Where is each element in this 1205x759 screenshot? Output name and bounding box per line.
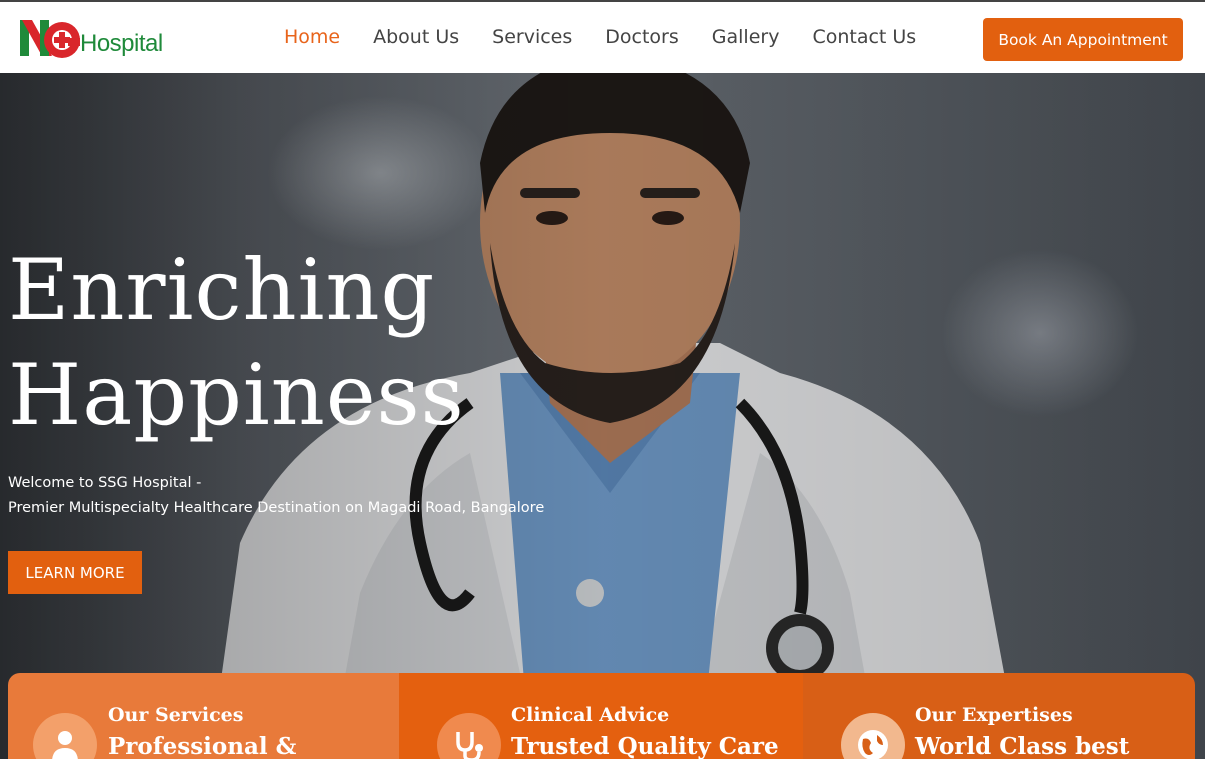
hero-subtitle-line-1: Welcome to SSG Hospital -	[8, 475, 202, 491]
hero-subtitle: Welcome to SSG Hospital - Premier Multis…	[8, 471, 544, 521]
nav-home[interactable]: Home	[284, 26, 340, 48]
globe-icon	[841, 713, 905, 759]
nav-doctors[interactable]: Doctors	[605, 26, 679, 48]
learn-more-button[interactable]: LEARN MORE	[8, 551, 142, 594]
doctor-icon	[33, 713, 97, 759]
hero-title-line-2: Happiness	[8, 346, 465, 444]
logo-text: Hospital	[80, 30, 163, 57]
feature-heading: World Class best	[915, 733, 1130, 759]
feature-heading: Professional &	[108, 733, 297, 759]
site-header: Hospital Home About Us Services Doctors …	[0, 0, 1205, 73]
feature-heading: Trusted Quality Care	[511, 733, 779, 759]
hero-subtitle-line-2: Premier Multispecialty Healthcare Destin…	[8, 500, 545, 516]
hero-title: Enriching Happiness	[8, 238, 568, 448]
logo[interactable]: Hospital	[18, 16, 163, 62]
feature-label: Our Services	[108, 704, 244, 726]
nav-about-us[interactable]: About Us	[373, 26, 459, 48]
hero-banner: Enriching Happiness Welcome to SSG Hospi…	[0, 73, 1205, 759]
nav-contact-us[interactable]: Contact Us	[812, 26, 916, 48]
feature-card-expertises[interactable]: Our Expertises World Class best	[803, 673, 1195, 759]
book-appointment-button[interactable]: Book An Appointment	[983, 18, 1183, 61]
main-nav: Home About Us Services Doctors Gallery C…	[284, 26, 949, 48]
feature-label: Our Expertises	[915, 704, 1073, 726]
feature-card-clinical-advice[interactable]: Clinical Advice Trusted Quality Care	[399, 673, 803, 759]
feature-label: Clinical Advice	[511, 704, 670, 726]
logo-mark-icon	[20, 20, 80, 58]
nav-services[interactable]: Services	[492, 26, 572, 48]
stethoscope-icon	[437, 713, 501, 759]
nav-gallery[interactable]: Gallery	[712, 26, 780, 48]
hero-title-line-1: Enriching	[8, 241, 436, 339]
features-bar: Our Services Professional & Clinical Adv…	[8, 673, 1195, 759]
feature-card-services[interactable]: Our Services Professional &	[8, 673, 399, 759]
